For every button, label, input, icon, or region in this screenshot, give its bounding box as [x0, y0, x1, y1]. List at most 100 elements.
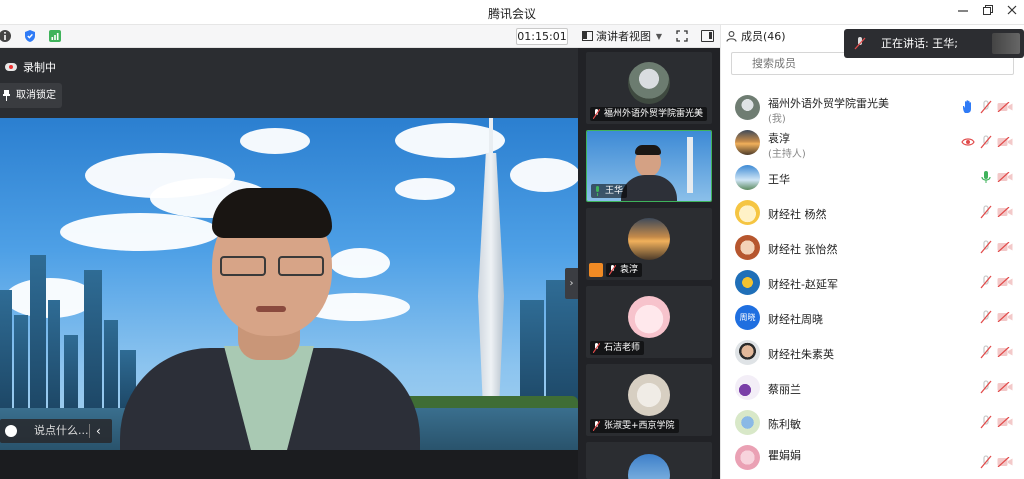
avatar: [628, 218, 670, 260]
member-name: 财经社朱素英: [768, 348, 834, 361]
avatar: [628, 62, 670, 104]
avatar: 周晓: [735, 305, 760, 330]
speaking-text: 正在讲话: 王华;: [881, 37, 958, 50]
restore-button[interactable]: [978, 3, 998, 21]
member-name: 蔡丽兰: [768, 383, 801, 396]
thumbnail[interactable]: 袁淳: [586, 208, 712, 280]
member-row[interactable]: 王华: [721, 161, 1024, 196]
layout-toggle-icon[interactable]: [701, 30, 714, 42]
member-row[interactable]: 福州外语外贸学院雷光美 (我): [721, 91, 1024, 126]
mic-muted-icon: [593, 421, 600, 431]
minimize-button[interactable]: [953, 3, 973, 21]
close-button[interactable]: [1002, 3, 1022, 21]
restore-icon: [983, 5, 993, 15]
speaker-person: [120, 188, 420, 450]
mic-muted-icon: [609, 265, 616, 275]
thumbnail[interactable]: 福州外语外贸学院雷光美: [586, 52, 712, 124]
speaker-preview: [992, 33, 1020, 54]
avatar: [735, 235, 760, 260]
camera-off-icon[interactable]: [997, 347, 1013, 357]
camera-off-icon[interactable]: [997, 207, 1013, 217]
mic-muted-icon: [854, 37, 866, 50]
member-name: 福州外语外贸学院雷光美: [768, 97, 889, 110]
mic-muted-icon[interactable]: [979, 135, 993, 149]
member-name: 瞿娟娟: [768, 449, 801, 462]
thumbnail[interactable]: 石洁老师: [586, 286, 712, 358]
emoji-icon[interactable]: [5, 425, 17, 437]
avatar: [735, 410, 760, 435]
raised-hand-icon: [963, 100, 971, 113]
minimize-icon: [958, 10, 968, 12]
member-name: 财经社周晓: [768, 313, 823, 326]
chevron-left-icon[interactable]: ‹: [96, 419, 101, 443]
camera-off-icon[interactable]: [997, 172, 1013, 182]
view-mode-dropdown[interactable]: 演讲者视图 ▼: [582, 27, 664, 46]
camera-off-icon[interactable]: [997, 137, 1013, 147]
member-name: 财经社 张怡然: [768, 243, 838, 256]
mic-muted-icon[interactable]: [979, 205, 993, 219]
member-row[interactable]: 财经社 张怡然: [721, 231, 1024, 266]
member-name: 财经社 杨然: [768, 208, 827, 221]
avatar: [735, 445, 760, 470]
thumbnail-active-speaker[interactable]: 王华: [586, 130, 712, 202]
member-row[interactable]: 袁淳 (主持人): [721, 126, 1024, 161]
signal-icon[interactable]: [48, 29, 62, 43]
member-row[interactable]: 财经社朱素英: [721, 336, 1024, 371]
camera-off-icon[interactable]: [997, 277, 1013, 287]
meeting-toolbar: 01:15:01 演讲者视图 ▼: [0, 25, 720, 48]
avatar: [735, 130, 760, 155]
mic-muted-icon[interactable]: [979, 240, 993, 254]
member-name: 财经社-赵延军: [768, 278, 838, 291]
camera-off-icon[interactable]: [997, 312, 1013, 322]
avatar: [735, 270, 760, 295]
camera-off-icon[interactable]: [997, 102, 1013, 112]
member-name: 袁淳: [768, 132, 790, 145]
chat-placeholder: 说点什么...: [34, 424, 89, 437]
avatar: [628, 454, 670, 479]
avatar: [735, 200, 760, 225]
canton-tower: [478, 153, 504, 413]
pin-icon: [3, 90, 10, 101]
member-row[interactable]: 财经社 杨然: [721, 196, 1024, 231]
info-icon[interactable]: [0, 29, 12, 43]
members-panel: 成员(46) 福州外语外贸学院雷光美 (我) 袁淳 (主持人) 王华 财经社 杨…: [720, 25, 1024, 479]
thumbnail[interactable]: [586, 442, 712, 479]
mic-muted-icon[interactable]: [979, 310, 993, 324]
member-row[interactable]: 蔡丽兰: [721, 371, 1024, 406]
avatar: [735, 165, 760, 190]
mic-muted-icon[interactable]: [979, 100, 993, 114]
chevron-down-icon: ▼: [655, 32, 662, 41]
view-mode-label: 演讲者视图: [596, 30, 651, 43]
mic-muted-icon[interactable]: [979, 455, 993, 469]
camera-off-icon[interactable]: [997, 417, 1013, 427]
member-row[interactable]: 周晓 财经社周晓: [721, 301, 1024, 336]
mic-muted-icon[interactable]: [979, 345, 993, 359]
title-bar: 腾讯会议: [0, 0, 1024, 25]
camera-off-icon[interactable]: [997, 382, 1013, 392]
shield-icon[interactable]: [23, 29, 37, 43]
mic-muted-icon[interactable]: [979, 415, 993, 429]
thumbnail[interactable]: 张淑雯+西京学院: [586, 364, 712, 436]
eye-icon: [961, 138, 975, 146]
fullscreen-icon[interactable]: [676, 30, 688, 42]
mic-muted-icon[interactable]: [979, 275, 993, 289]
mic-muted-icon[interactable]: [979, 380, 993, 394]
member-row[interactable]: 财经社-赵延军: [721, 266, 1024, 301]
camera-off-icon[interactable]: [997, 242, 1013, 252]
member-role: (主持人): [768, 149, 806, 160]
close-icon: [1007, 5, 1017, 15]
collapse-thumbnails-button[interactable]: ›: [565, 268, 578, 299]
member-row[interactable]: 瞿娟娟: [721, 441, 1024, 471]
thumbnail-name: 王华: [605, 186, 624, 196]
recording-indicator: 录制中: [5, 60, 56, 76]
camera-off-icon[interactable]: [997, 457, 1013, 467]
member-row[interactable]: 陈利敏: [721, 406, 1024, 441]
mic-active-icon[interactable]: [979, 170, 993, 184]
speaker-view-icon: [582, 31, 593, 41]
mic-active-icon: [596, 186, 599, 196]
member-role: (我): [768, 114, 786, 125]
unpin-button[interactable]: 取消锁定: [0, 83, 62, 108]
speaking-indicator: 正在讲话: 王华;: [844, 29, 1024, 58]
chat-input-bar[interactable]: 说点什么... ‹: [0, 419, 112, 443]
member-name: 陈利敏: [768, 418, 801, 431]
